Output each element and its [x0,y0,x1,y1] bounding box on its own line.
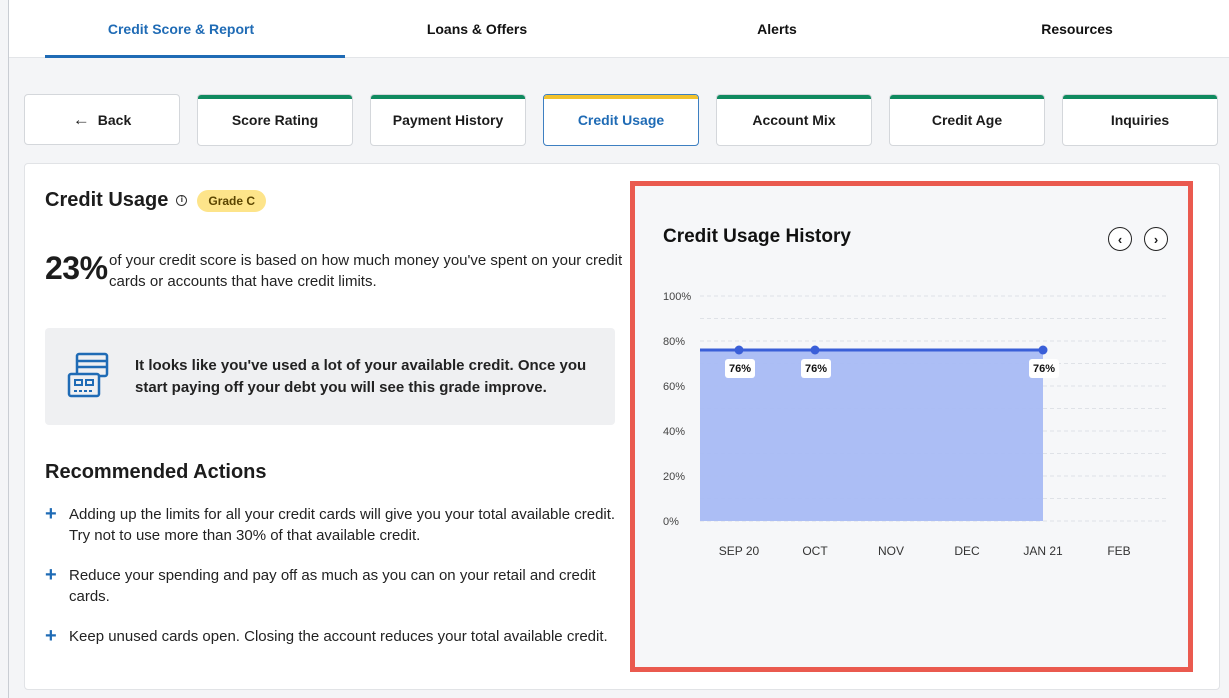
subtab-label: Inquiries [1110,112,1170,128]
y-tick-label: 100% [663,291,691,303]
credit-usage-percent: 23% [45,250,108,286]
subtab-credit-usage[interactable]: Credit Usage [543,94,699,146]
subtab-inquiries[interactable]: Inquiries [1062,94,1218,146]
subtab-account-mix[interactable]: Account Mix [716,94,872,146]
x-tick-label: OCT [802,544,828,558]
credit-usage-description: of your credit score is based on how muc… [109,252,623,290]
plus-icon: + [45,564,57,586]
subtab-credit-age[interactable]: Credit Age [889,94,1045,146]
status-bar [890,95,1044,99]
subtab-label: Credit Age [931,112,1003,128]
credit-usage-notice: It looks like you've used a lot of your … [45,328,615,425]
status-bar [717,95,871,99]
grade-badge: Grade C [197,189,267,212]
subtab-label: Credit Usage [577,112,665,128]
y-tick-label: 60% [663,381,685,393]
subtab-payment-history[interactable]: Payment History [370,94,526,146]
y-tick-label: 80% [663,336,685,348]
x-tick-label: DEC [954,544,980,558]
recommended-action-text: Reduce your spending and pay off as much… [69,567,596,605]
data-label: 76% [805,363,827,375]
credit-usage-history-panel: Credit Usage History ‹ › 0% 20% 40% 60% 80% 1… [630,181,1193,672]
recommended-action-text: Keep unused cards open. Closing the acco… [69,628,608,645]
window-edge [8,0,9,698]
x-tick-label: SEP 20 [719,544,760,558]
info-icon[interactable]: i [176,195,188,206]
list-item: + Reduce your spending and pay off as mu… [45,565,625,607]
credit-usage-chart: 0% 20% 40% 60% 80% 100% 76% 76% 76% SEP 20 OCT NOV D… [663,291,1169,558]
x-tick-label: FEB [1107,544,1130,558]
recommended-actions-title: Recommended Actions [45,461,267,483]
y-tick-label: 20% [663,471,685,483]
recommended-action-text: Adding up the limits for all your credit… [69,506,616,544]
tab-resources[interactable]: Resources [927,0,1227,58]
data-point [734,345,744,355]
status-bar [198,95,352,99]
credit-cards-icon [67,352,109,398]
data-point [810,345,820,355]
page-title: Credit Usage [45,189,169,211]
data-label: 76% [729,363,751,375]
plus-icon: + [45,503,57,525]
list-item: + Keep unused cards open. Closing the ac… [45,626,625,647]
arrow-left-icon: ← [72,109,90,129]
y-tick-label: 0% [663,516,679,528]
plus-icon: + [45,625,57,647]
x-tick-label: JAN 21 [1023,544,1063,558]
data-point [1038,345,1048,355]
back-button[interactable]: ← Back [24,94,180,145]
status-bar [544,95,698,99]
subtab-label: Payment History [392,112,504,128]
credit-usage-heading: Credit Usage i Grade C [45,189,267,212]
y-tick-label: 40% [663,426,685,438]
status-bar [371,95,525,99]
tab-alerts[interactable]: Alerts [627,0,927,58]
subtab-label: Score Rating [231,112,319,128]
back-label: Back [97,111,132,128]
status-bar [1063,95,1217,99]
subtab-score-rating[interactable]: Score Rating [197,94,353,146]
tab-credit-score-report[interactable]: Credit Score & Report [31,0,345,58]
data-label: 76% [1033,363,1055,375]
notice-text: It looks like you've used a lot of your … [135,357,587,396]
x-tick-label: NOV [878,544,904,558]
subtab-label: Account Mix [752,112,836,128]
list-item: + Adding up the limits for all your cred… [45,504,625,546]
tab-loans-offers[interactable]: Loans & Offers [327,0,627,58]
top-navigation: Credit Score & Report Loans & Offers Ale… [9,0,1229,58]
